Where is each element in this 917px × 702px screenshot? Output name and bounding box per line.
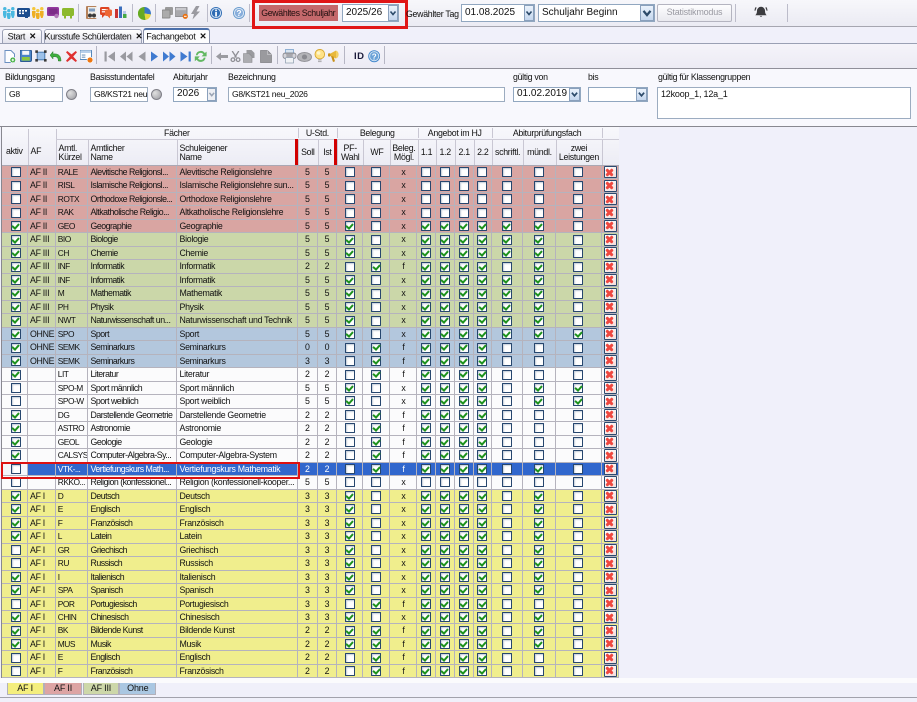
svg-text:?: ? (371, 52, 376, 61)
svg-text:?: ? (236, 8, 241, 18)
